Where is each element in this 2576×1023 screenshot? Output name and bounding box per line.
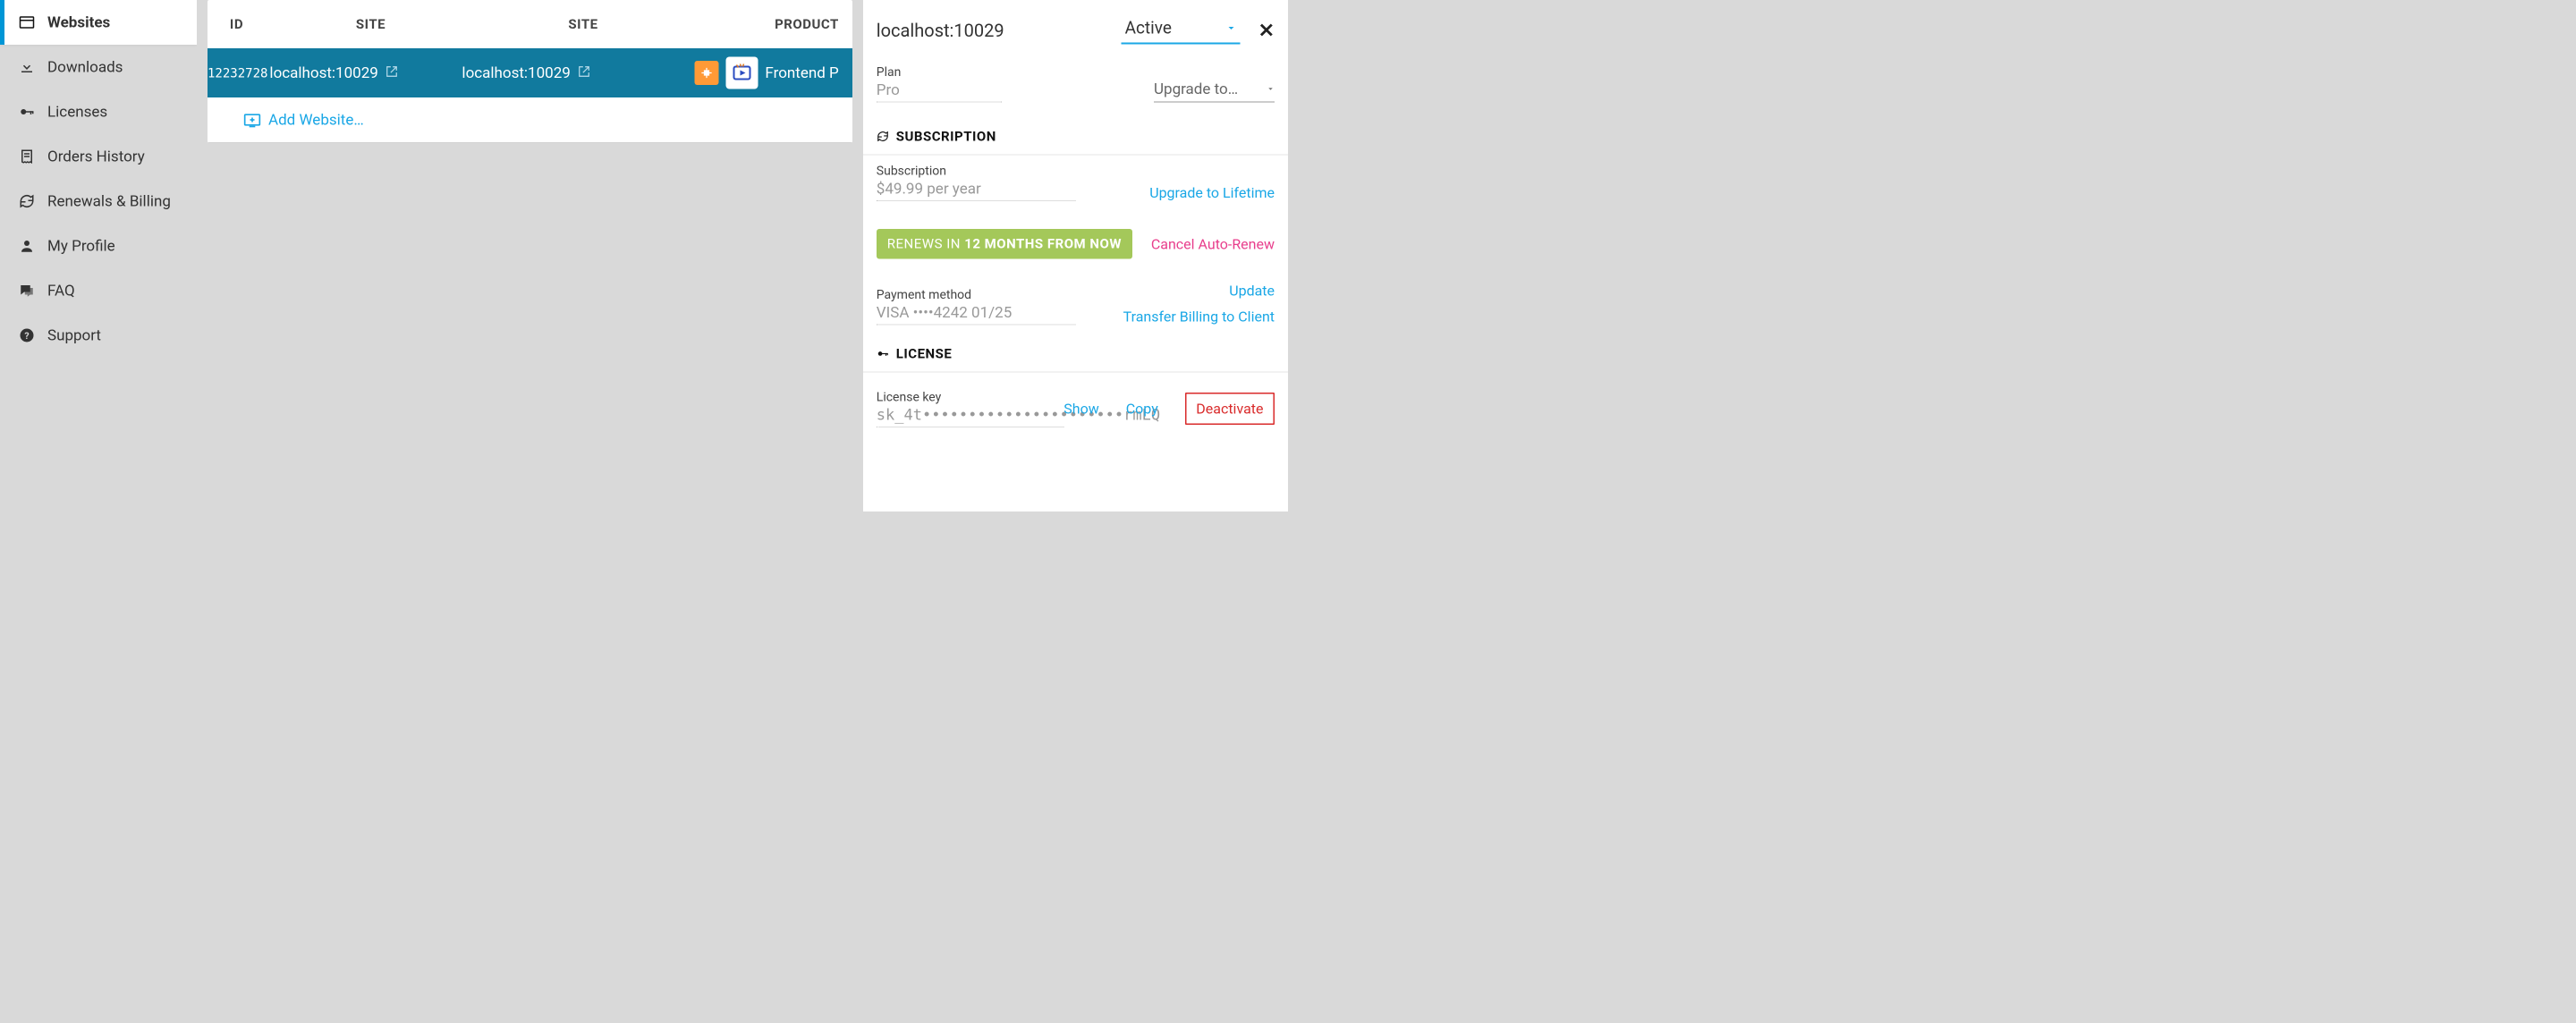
table-row[interactable]: 12232728 localhost:10029 localhost:10029: [208, 48, 852, 97]
sidebar-item-licenses[interactable]: Licenses: [0, 89, 197, 134]
plugin-icon: [694, 61, 718, 85]
key-icon: [18, 103, 36, 121]
col-site1: SITE: [275, 16, 467, 32]
sidebar-item-label: FAQ: [47, 282, 75, 300]
license-key-field: License key sk_4t••••••••••••••••••••••r…: [877, 390, 1064, 428]
section-subscription: SUBSCRIPTION: [863, 119, 1288, 156]
status-select[interactable]: Active: [1122, 17, 1241, 45]
sidebar-item-label: Downloads: [47, 58, 123, 76]
sidebar-item-orders[interactable]: Orders History: [0, 134, 197, 179]
close-icon[interactable]: ✕: [1258, 19, 1275, 42]
add-website-label: Add Website…: [268, 111, 364, 129]
plan-row: Plan Pro Upgrade to…: [863, 61, 1288, 110]
browser-icon: [18, 13, 36, 31]
license-show-link[interactable]: Show: [1063, 400, 1098, 417]
col-id: ID: [208, 16, 275, 32]
status-value: Active: [1125, 19, 1172, 38]
external-link-icon[interactable]: [386, 65, 398, 78]
plan-upgrade-select[interactable]: Upgrade to…: [1154, 80, 1275, 103]
caret-down-icon: [1226, 23, 1237, 34]
external-link-icon[interactable]: [578, 65, 590, 78]
license-actions: Show Copy Deactivate: [1063, 393, 1275, 425]
license-key-label: License key: [877, 390, 1064, 405]
payment-update-link[interactable]: Update: [1229, 283, 1275, 300]
detail-title: localhost:10029: [877, 20, 1122, 41]
sidebar-item-downloads[interactable]: Downloads: [0, 45, 197, 89]
renew-prefix: RENEWS IN: [887, 236, 964, 252]
license-heading: LICENSE: [896, 346, 953, 362]
sidebar-item-websites[interactable]: Websites: [0, 0, 197, 45]
sidebar-item-profile[interactable]: My Profile: [0, 224, 197, 268]
cancel-auto-renew-link[interactable]: Cancel Auto-Renew: [1151, 235, 1275, 252]
section-license: LICENSE: [863, 336, 1288, 373]
key-icon: [877, 348, 889, 360]
sidebar-item-label: Websites: [47, 13, 110, 31]
sync-icon: [877, 131, 889, 143]
plan-label: Plan: [877, 64, 1002, 80]
product-name: Frontend P: [765, 64, 838, 82]
subscription-label: Subscription: [877, 164, 1076, 179]
cell-site2: localhost:10029: [462, 64, 694, 82]
license-deactivate-button[interactable]: Deactivate: [1185, 393, 1275, 425]
upgrade-label: Upgrade to…: [1154, 80, 1238, 98]
renewal-badge: RENEWS IN 12 MONTHS FROM NOW: [877, 229, 1132, 259]
transfer-billing-link[interactable]: Transfer Billing to Client: [1123, 309, 1275, 326]
payment-value: VISA ••••4242 01/25: [877, 304, 1076, 326]
detail-header: localhost:10029 Active ✕: [863, 0, 1288, 61]
site1-text: localhost:10029: [269, 64, 377, 82]
sync-icon: [18, 192, 36, 210]
sidebar: Websites Downloads Licenses Orders Histo…: [0, 0, 197, 512]
license-key-value: sk_4t••••••••••••••••••••••rmLQ: [877, 406, 1064, 427]
detail-panel: localhost:10029 Active ✕ Plan Pro Upgrad…: [863, 0, 1288, 512]
subscription-price-row: Subscription $49.99 per year Upgrade to …: [863, 156, 1288, 204]
sidebar-item-label: My Profile: [47, 237, 115, 255]
receipt-icon: [18, 148, 36, 165]
license-row: License key sk_4t••••••••••••••••••••••r…: [863, 382, 1288, 430]
chat-icon: [18, 282, 36, 300]
upgrade-lifetime-link[interactable]: Upgrade to Lifetime: [1149, 184, 1275, 201]
help-icon: ?: [18, 326, 36, 344]
app-root: Websites Downloads Licenses Orders Histo…: [0, 0, 1288, 512]
sidebar-item-renewals[interactable]: Renewals & Billing: [0, 179, 197, 224]
add-website-icon: [243, 111, 261, 129]
sidebar-item-label: Orders History: [47, 148, 145, 165]
sidebar-item-label: Renewals & Billing: [47, 192, 171, 210]
subscription-field: Subscription $49.99 per year: [877, 164, 1076, 202]
renewal-row: RENEWS IN 12 MONTHS FROM NOW Cancel Auto…: [863, 221, 1288, 261]
download-icon: [18, 58, 36, 76]
payment-label: Payment method: [877, 287, 1076, 302]
table-header: ID SITE SITE PRODUCT: [208, 0, 852, 48]
site2-text: localhost:10029: [462, 64, 570, 82]
payment-field: Payment method VISA ••••4242 01/25: [877, 287, 1076, 326]
product-logo-icon: [725, 57, 758, 89]
cell-site1: localhost:10029: [269, 64, 462, 82]
sidebar-item-faq[interactable]: FAQ: [0, 268, 197, 313]
sidebar-item-label: Licenses: [47, 103, 107, 121]
sidebar-item-label: Support: [47, 326, 101, 344]
plan-value: Pro: [877, 81, 1002, 103]
websites-table: ID SITE SITE PRODUCT 12232728 localhost:…: [208, 0, 852, 143]
caret-down-icon: [1267, 85, 1275, 93]
subscription-heading: SUBSCRIPTION: [896, 129, 996, 145]
add-website-button[interactable]: Add Website…: [208, 97, 852, 143]
col-product: PRODUCT: [699, 16, 852, 32]
cell-id: 12232728: [208, 65, 269, 80]
svg-text:?: ?: [24, 330, 29, 342]
payment-row: Payment method VISA ••••4242 01/25 Updat…: [863, 275, 1288, 327]
plan-field: Plan Pro: [877, 64, 1002, 103]
websites-table-area: ID SITE SITE PRODUCT 12232728 localhost:…: [197, 0, 854, 512]
user-icon: [18, 237, 36, 255]
renew-bold: 12 MONTHS FROM NOW: [964, 236, 1122, 252]
sidebar-item-support[interactable]: ? Support: [0, 313, 197, 358]
license-copy-link[interactable]: Copy: [1126, 400, 1158, 417]
cell-product: Frontend P: [694, 57, 852, 89]
col-site2: SITE: [467, 16, 699, 32]
subscription-value: $49.99 per year: [877, 180, 1076, 201]
